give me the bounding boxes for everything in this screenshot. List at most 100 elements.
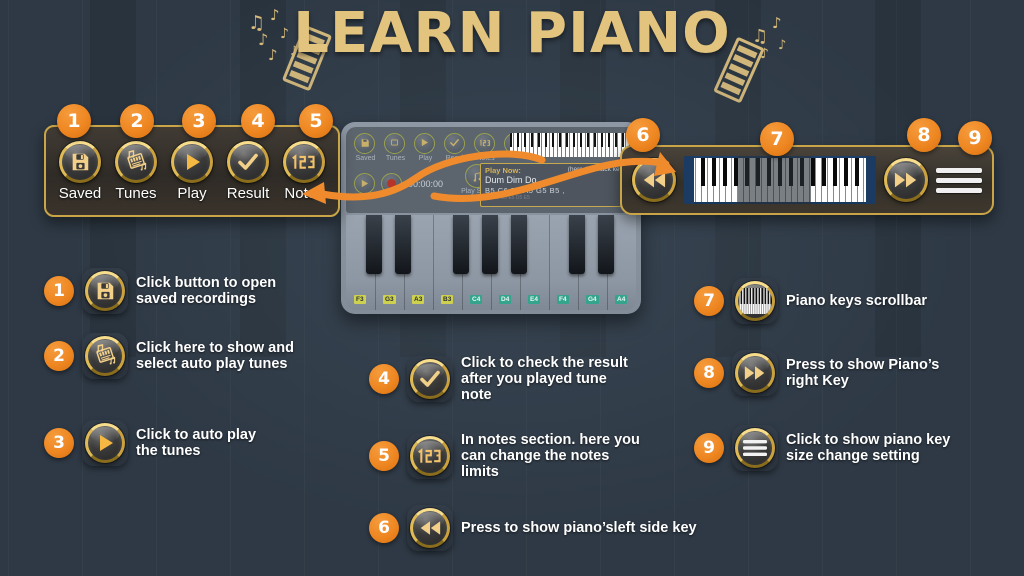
digits-123-button[interactable] xyxy=(410,436,450,477)
legend-icon-tile-3[interactable] xyxy=(82,420,128,466)
play-button[interactable] xyxy=(171,140,213,183)
app-key-label: G4 xyxy=(586,295,599,304)
arrow-to-rewind xyxy=(430,152,676,202)
legend-item-1: 1 Click button to open saved recordings xyxy=(44,268,334,314)
badge-8: 8 xyxy=(907,118,941,152)
legend-badge-3: 3 xyxy=(44,428,74,458)
toolbar-item-saved[interactable]: Saved xyxy=(52,140,108,202)
toolbar-item-tunes[interactable]: Tunes xyxy=(108,140,164,202)
badge-7: 7 xyxy=(760,122,794,156)
badge-3: 3 xyxy=(182,104,216,138)
legend-item-7: 7 Piano keys scrollbar xyxy=(694,278,1014,324)
menu-button[interactable] xyxy=(936,163,982,197)
hamburger-menu-icon xyxy=(743,439,767,457)
music-sheet-icon xyxy=(93,344,117,368)
badge-4: 4 xyxy=(241,104,275,138)
check-icon xyxy=(418,367,442,391)
legend-item-9: 9 Click to show piano key size change se… xyxy=(694,425,1024,471)
piano-scrollbar-icon xyxy=(738,286,772,316)
legend-text-2: Click here to show and select auto play … xyxy=(136,339,294,372)
legend-text-3: Click to auto play the tunes xyxy=(136,426,257,459)
rewind-button[interactable] xyxy=(410,508,450,548)
save-icon xyxy=(360,138,370,150)
legend-item-3: 3 Click to auto play the tunes xyxy=(44,420,334,466)
digits-123-icon xyxy=(417,447,443,465)
legend-badge-9: 9 xyxy=(694,433,724,463)
play-icon xyxy=(420,138,429,149)
page-title: LEARN PIANO xyxy=(0,6,1024,62)
hamburger-menu-button[interactable] xyxy=(735,428,775,468)
legend-item-6: 6 Press to show piano’sleft side key xyxy=(369,505,769,551)
legend-icon-tile-8[interactable] xyxy=(732,350,778,396)
legend-icon-tile-4[interactable] xyxy=(407,356,453,403)
app-key-label: F4 xyxy=(557,295,569,304)
badge-5: 5 xyxy=(299,104,333,138)
legend-text-6: Press to show piano’sleft side key xyxy=(461,519,697,536)
save-icon xyxy=(69,151,91,173)
save-button[interactable] xyxy=(85,271,125,311)
legend-icon-tile-6[interactable] xyxy=(407,505,453,551)
fast-forward-icon xyxy=(744,365,766,381)
legend-badge-5: 5 xyxy=(369,441,399,472)
legend-badge-8: 8 xyxy=(694,358,724,388)
legend-badge-2: 2 xyxy=(44,341,74,371)
fast-forward-button[interactable] xyxy=(735,353,775,393)
legend-badge-7: 7 xyxy=(694,286,724,316)
badge-9: 9 xyxy=(958,121,992,155)
legend-icon-tile-2[interactable] xyxy=(82,333,128,379)
music-sheet-icon xyxy=(389,137,400,150)
app-key-label: E4 xyxy=(528,295,540,304)
digits-123-icon xyxy=(479,138,491,149)
music-sheet-button[interactable] xyxy=(85,336,125,376)
play-icon xyxy=(182,152,202,172)
legend-icon-tile-9[interactable] xyxy=(732,425,778,471)
app-key-label: C4 xyxy=(470,295,483,304)
music-sheet-icon xyxy=(124,149,148,174)
legend-badge-6: 6 xyxy=(369,513,399,543)
legend-icon-tile-1[interactable] xyxy=(82,268,128,314)
check-icon xyxy=(236,150,260,174)
app-piano-keys[interactable]: F3 G3 A3 B3 C4 D4 E4 F4 G4 A4 xyxy=(346,215,636,310)
rewind-icon xyxy=(419,520,441,536)
app-key-label: F3 xyxy=(354,295,366,304)
legend-icon-tile-5[interactable] xyxy=(407,433,453,480)
toolbar-item-label: Tunes xyxy=(115,184,157,202)
page-title-text: LEARN PIANO xyxy=(293,1,731,66)
toolbar-item-label: Result xyxy=(226,184,270,202)
badge-6: 6 xyxy=(626,118,660,152)
legend-item-5: 5 In notes section. here you can change … xyxy=(369,432,699,481)
fast-forward-icon xyxy=(894,171,918,189)
piano-scrollbar-button[interactable] xyxy=(735,281,775,321)
app-key-label: B3 xyxy=(441,295,454,304)
toolbar-item-result[interactable]: Result xyxy=(220,140,276,202)
app-key-label: A3 xyxy=(412,295,425,304)
play-icon xyxy=(95,433,115,453)
legend-badge-4: 4 xyxy=(369,364,399,395)
app-key-label: A4 xyxy=(615,295,628,304)
legend-text-7: Piano keys scrollbar xyxy=(786,292,928,309)
legend-badge-1: 1 xyxy=(44,276,74,306)
app-key-label: G3 xyxy=(383,295,396,304)
check-icon xyxy=(449,137,460,150)
toolbar-item-label: Play xyxy=(177,184,207,202)
check-button[interactable] xyxy=(410,359,450,400)
legend-text-4: Click to check the result after you play… xyxy=(461,355,628,404)
result-button[interactable] xyxy=(227,140,269,183)
badge-1: 1 xyxy=(57,104,91,138)
badge-2: 2 xyxy=(120,104,154,138)
tunes-button[interactable] xyxy=(115,140,157,183)
play-button[interactable] xyxy=(85,423,125,463)
legend-text-5: In notes section. here you can change th… xyxy=(461,432,640,481)
legend-item-2: 2 Click here to show and select auto pla… xyxy=(44,333,354,379)
piano-keys-scrollbar[interactable] xyxy=(684,156,876,204)
legend-item-8: 8 Press to show Piano’s right Key xyxy=(694,350,1014,396)
fast-forward-button[interactable] xyxy=(884,158,928,202)
toolbar-item-play[interactable]: Play xyxy=(164,140,220,202)
toolbar-item-label: Saved xyxy=(58,184,102,202)
legend-icon-tile-7[interactable] xyxy=(732,278,778,324)
legend-text-9: Click to show piano key size change sett… xyxy=(786,431,951,464)
saved-button[interactable] xyxy=(59,140,101,183)
hamburger-menu-icon xyxy=(936,167,982,173)
save-icon xyxy=(94,280,116,302)
legend-item-4: 4 Click to check the result after you pl… xyxy=(369,355,699,404)
